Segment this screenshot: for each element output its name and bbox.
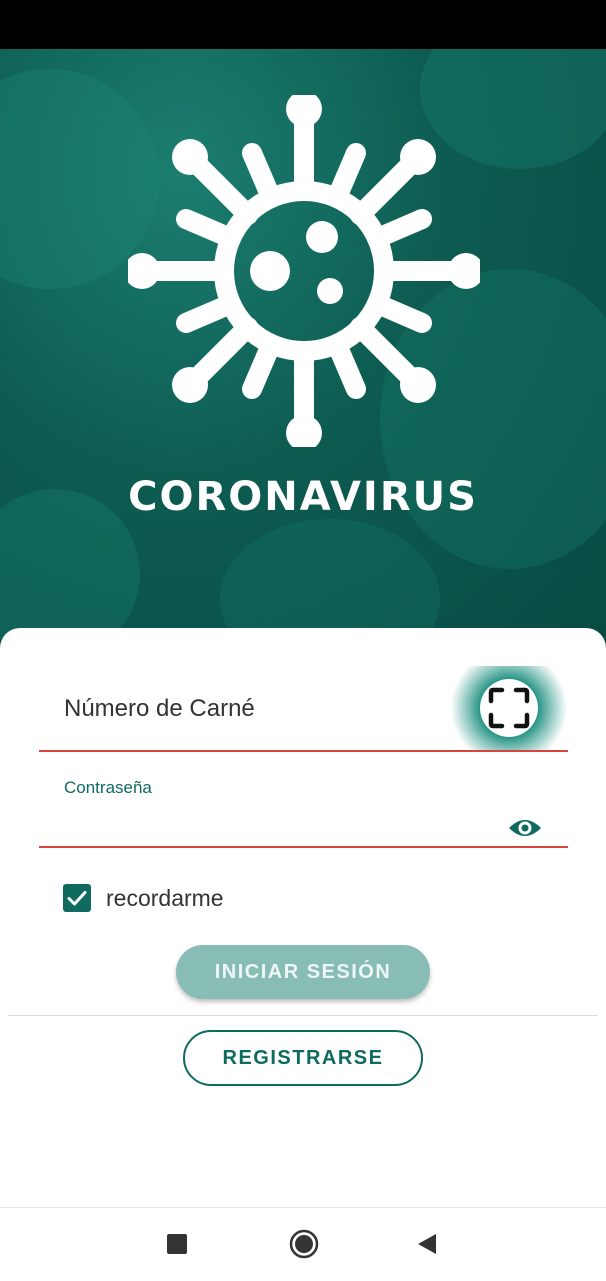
- scan-frame-icon: [488, 687, 530, 729]
- carne-input[interactable]: Número de Carné: [64, 695, 255, 723]
- password-underline: [39, 846, 568, 848]
- virus-icon: [128, 95, 480, 447]
- brand-title: CORONAVIRUS: [128, 474, 478, 520]
- password-label: Contraseña: [64, 778, 152, 797]
- home-button[interactable]: [289, 1229, 319, 1264]
- carne-underline: [39, 750, 568, 752]
- divider: [8, 1015, 598, 1016]
- register-button[interactable]: REGISTRARSE: [183, 1030, 423, 1086]
- remember-me[interactable]: recordarme: [63, 883, 224, 913]
- triangle-back-icon: [418, 1234, 436, 1254]
- remember-checkbox[interactable]: [63, 884, 91, 912]
- remember-label: recordarme: [106, 884, 224, 911]
- carne-field[interactable]: Número de Carné: [39, 666, 568, 752]
- navigation-bar: [0, 1207, 606, 1281]
- recent-apps-button[interactable]: [166, 1233, 188, 1260]
- password-field[interactable]: Contraseña: [39, 770, 568, 848]
- checkmark-icon: [67, 891, 87, 906]
- login-button[interactable]: INICIAR SESIÓN: [176, 945, 430, 999]
- hero-banner: CORONAVIRUS: [0, 49, 606, 659]
- status-bar: [0, 0, 606, 49]
- eye-icon: [509, 820, 541, 836]
- back-button[interactable]: [416, 1232, 438, 1261]
- square-icon: [167, 1234, 187, 1254]
- circle-icon: [289, 1229, 319, 1259]
- toggle-password-visibility[interactable]: [508, 816, 542, 840]
- scan-button[interactable]: [480, 679, 538, 737]
